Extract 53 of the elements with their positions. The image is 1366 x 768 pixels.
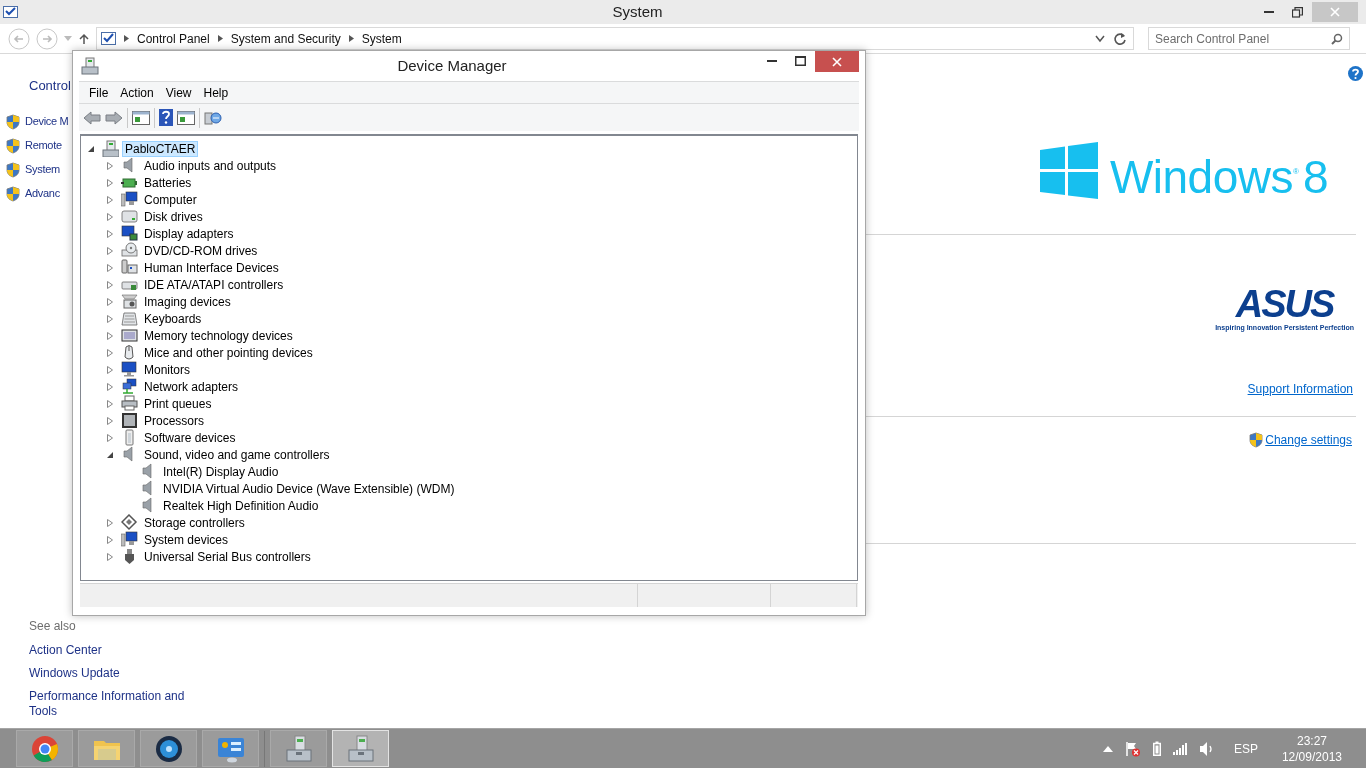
- tree-item[interactable]: Realtek High Definition Audio: [160, 497, 322, 514]
- sidebar-link[interactable]: Action Center: [29, 642, 194, 658]
- breadcrumb-link[interactable]: Control Panel: [137, 29, 210, 48]
- tree-item[interactable]: Keyboards: [141, 310, 205, 327]
- menu-item[interactable]: File: [83, 83, 115, 102]
- registered-mark: ®: [1293, 167, 1299, 176]
- support-link[interactable]: Support Information: [1247, 379, 1353, 398]
- tree-item[interactable]: NVIDIA Virtual Audio Device (Wave Extensible) (WDM): [160, 480, 458, 497]
- search-field[interactable]: Search Control Panel: [1148, 27, 1350, 50]
- window-title: Device Manager: [396, 55, 508, 76]
- logo-text: Windows: [1109, 154, 1293, 200]
- clock-time: 23:27: [1296, 732, 1327, 749]
- tree-item[interactable]: Mice and other pointing devices: [141, 344, 316, 361]
- tree-item[interactable]: Sound, video and game controllers: [141, 446, 333, 463]
- sidebar-link[interactable]: Remote: [25, 137, 62, 154]
- tree-item[interactable]: Storage controllers: [141, 514, 248, 531]
- tree-item[interactable]: IDE ATA/ATAPI controllers: [141, 276, 287, 293]
- sidebar-link[interactable]: Performance Information and Tools: [29, 688, 194, 719]
- sidebar-link[interactable]: Control: [29, 76, 71, 96]
- tree-item[interactable]: Batteries: [141, 174, 195, 191]
- menu-item[interactable]: View: [159, 83, 198, 102]
- clock-date: 12/09/2013: [1281, 748, 1342, 765]
- tree-item[interactable]: System devices: [141, 531, 232, 548]
- sidebar-link[interactable]: Advanc: [25, 185, 60, 202]
- tree-item[interactable]: PabloCTAER: [122, 140, 199, 157]
- brand-logo: ASUS: [1235, 285, 1334, 323]
- tree-item[interactable]: Human Interface Devices: [141, 259, 282, 276]
- tree-item[interactable]: Imaging devices: [141, 293, 234, 310]
- section-heading: See also: [29, 617, 77, 635]
- tree-item[interactable]: Processors: [141, 412, 208, 429]
- tree-item[interactable]: Memory technology devices: [141, 327, 296, 344]
- tree-item[interactable]: Audio inputs and outputs: [141, 157, 280, 174]
- breadcrumb-link[interactable]: System: [361, 29, 402, 48]
- window-title: System: [611, 1, 664, 22]
- menu-item[interactable]: Action: [114, 83, 160, 102]
- tree-item[interactable]: Network adapters: [141, 378, 242, 395]
- tree-item[interactable]: Print queues: [141, 395, 215, 412]
- settings-link[interactable]: Change settings: [1265, 430, 1352, 449]
- tree-item[interactable]: Disk drives: [141, 208, 206, 225]
- sidebar-link[interactable]: System: [25, 161, 60, 178]
- tree-item[interactable]: Software devices: [141, 429, 239, 446]
- tree-item[interactable]: DVD/CD-ROM drives: [141, 242, 261, 259]
- breadcrumb-link[interactable]: System and Security: [230, 29, 341, 48]
- tree-item[interactable]: Universal Serial Bus controllers: [141, 548, 314, 565]
- menu-item[interactable]: Help: [197, 83, 235, 102]
- address-bar[interactable]: Control Panel System and Security System: [96, 27, 1134, 50]
- sidebar-link[interactable]: Device M: [25, 113, 69, 130]
- sidebar-link[interactable]: Windows Update: [29, 665, 194, 681]
- tree-item[interactable]: Intel(R) Display Audio: [160, 463, 282, 480]
- tree-item[interactable]: Display adapters: [141, 225, 237, 242]
- logo-text: 8: [1302, 154, 1328, 200]
- tree-item[interactable]: Computer: [141, 191, 200, 208]
- tree-item[interactable]: Monitors: [141, 361, 193, 378]
